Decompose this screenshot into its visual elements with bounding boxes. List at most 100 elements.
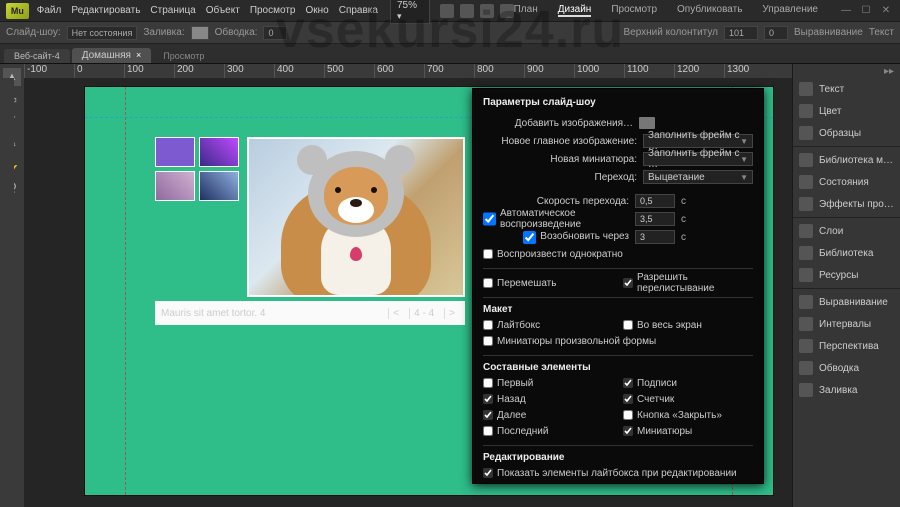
mode-plan[interactable]: План xyxy=(514,4,538,17)
maximize-icon[interactable]: ☐ xyxy=(858,4,874,18)
fill-swatch[interactable] xyxy=(191,26,209,40)
menu-window[interactable]: Окно xyxy=(305,5,328,16)
tab-preview[interactable]: Просмотр xyxy=(153,49,214,63)
thumbs-checkbox[interactable] xyxy=(623,426,633,436)
speed-label: Скорость перехода: xyxy=(483,196,629,207)
right-panels: ▸▸ Текст Цвет Образцы Библиотека м… Сост… xyxy=(792,64,900,507)
new-thumb-select[interactable]: Заполнить фрейм с …▼ xyxy=(643,152,753,166)
caption-bar: Mauris sit amet tortor. 4 < 4 - 4 > xyxy=(155,301,465,325)
menu-edit[interactable]: Редактировать xyxy=(71,5,140,16)
guide[interactable] xyxy=(125,87,126,495)
flyout-title: Параметры слайд-шоу xyxy=(483,97,753,108)
caption-text[interactable]: Mauris sit amet tortor. 4 xyxy=(161,308,265,319)
zoom-level[interactable]: 75% ▾ xyxy=(390,0,430,24)
minimize-icon[interactable]: — xyxy=(838,4,854,18)
panel-color[interactable]: Цвет xyxy=(793,100,900,122)
captions-checkbox[interactable] xyxy=(623,378,633,388)
text-icon xyxy=(799,82,813,96)
swatches-icon xyxy=(799,126,813,140)
tab-site[interactable]: Веб-сайт-4 xyxy=(4,49,70,63)
swipe-checkbox[interactable] xyxy=(623,278,633,288)
toolbar-icon[interactable] xyxy=(480,4,494,18)
color-icon xyxy=(799,104,813,118)
last-checkbox[interactable] xyxy=(483,426,493,436)
running-header-label: Верхний колонтитул xyxy=(623,27,718,38)
state-field[interactable]: Нет состояния xyxy=(67,26,138,40)
mode-preview[interactable]: Просмотр xyxy=(611,4,657,17)
freeform-checkbox[interactable] xyxy=(483,336,493,346)
autoplay-label: Автоматическое воспроизведение xyxy=(500,208,629,230)
new-hero-select[interactable]: Заполнить фрейм с …▼ xyxy=(643,134,753,148)
menu-file[interactable]: Файл xyxy=(37,5,62,16)
next-button[interactable]: > xyxy=(444,308,459,319)
panel-text[interactable]: Текст xyxy=(793,78,900,100)
next-checkbox[interactable] xyxy=(483,410,493,420)
close-icon[interactable]: ✕ xyxy=(878,4,894,18)
rotate-field[interactable]: 0 xyxy=(764,26,788,40)
fill-icon xyxy=(799,383,813,397)
panel-stroke[interactable]: Обводка xyxy=(793,357,900,379)
fullscreen-checkbox[interactable] xyxy=(623,320,633,330)
panel-effects[interactable]: Эффекты про… xyxy=(793,193,900,215)
playonce-label: Воспроизвести однократно xyxy=(497,249,623,260)
scroll-field[interactable]: 101 xyxy=(724,26,758,40)
panel-states[interactable]: Состояния xyxy=(793,171,900,193)
text-label[interactable]: Текст xyxy=(869,27,894,38)
stroke-field[interactable]: 0 xyxy=(263,26,287,40)
toolbar-icon[interactable] xyxy=(440,4,454,18)
resume-input[interactable]: 3 xyxy=(635,230,675,244)
transition-select[interactable]: Выцветание▼ xyxy=(643,170,753,184)
menu-page[interactable]: Страница xyxy=(150,5,195,16)
align-label[interactable]: Выравнивание xyxy=(794,27,863,38)
mode-design[interactable]: Дизайн xyxy=(558,4,592,17)
layout-heading: Макет xyxy=(483,304,753,315)
back-checkbox[interactable] xyxy=(483,394,493,404)
document-tabs: Веб-сайт-4 Домашняя × Просмотр xyxy=(0,44,900,64)
hero-image[interactable] xyxy=(247,137,465,297)
lightbox-checkbox[interactable] xyxy=(483,320,493,330)
panel-swatches[interactable]: Образцы xyxy=(793,122,900,144)
speed-input[interactable]: 0,5 xyxy=(635,194,675,208)
transition-label: Переход: xyxy=(483,172,637,183)
add-images-label: Добавить изображения… xyxy=(483,118,633,129)
new-hero-label: Новое главное изображение: xyxy=(483,136,637,147)
resume-checkbox[interactable] xyxy=(523,231,536,244)
thumbnail[interactable] xyxy=(199,137,239,167)
counter-checkbox[interactable] xyxy=(623,394,633,404)
menu-help[interactable]: Справка xyxy=(339,5,378,16)
thumbnail[interactable] xyxy=(155,171,195,201)
main-menu: Файл Редактировать Страница Объект Просм… xyxy=(37,5,378,16)
ruler-vertical xyxy=(0,78,14,507)
prev-button[interactable]: < xyxy=(388,308,403,319)
showlb-checkbox[interactable] xyxy=(483,468,493,478)
autoplay-checkbox[interactable] xyxy=(483,208,496,230)
autoplay-input[interactable]: 3,5 xyxy=(635,212,675,226)
panel-align[interactable]: Выравнивание xyxy=(793,291,900,313)
panel-fill[interactable]: Заливка xyxy=(793,379,900,401)
assets-icon xyxy=(799,268,813,282)
panel-perspective[interactable]: Перспектива xyxy=(793,335,900,357)
mode-manage[interactable]: Управление xyxy=(762,4,818,17)
toolbar-icon[interactable] xyxy=(460,4,474,18)
tab-home[interactable]: Домашняя × xyxy=(72,48,152,63)
panel-biblio[interactable]: Библиотека xyxy=(793,242,900,264)
mode-publish[interactable]: Опубликовать xyxy=(677,4,742,17)
ruler-horizontal: -100010020030040050060070080090010001100… xyxy=(24,64,792,78)
thumbnail[interactable] xyxy=(155,137,195,167)
panel-spacing[interactable]: Интервалы xyxy=(793,313,900,335)
first-checkbox[interactable] xyxy=(483,378,493,388)
thumbnail[interactable] xyxy=(199,171,239,201)
shuffle-checkbox[interactable] xyxy=(483,278,493,288)
playonce-checkbox[interactable] xyxy=(483,249,493,259)
menu-view[interactable]: Просмотр xyxy=(250,5,296,16)
panel-collapse-icon[interactable]: ▸▸ xyxy=(793,64,900,78)
toolbar-icon[interactable] xyxy=(500,4,514,18)
menu-object[interactable]: Объект xyxy=(206,5,240,16)
panel-assets[interactable]: Ресурсы xyxy=(793,264,900,286)
folder-icon[interactable] xyxy=(639,117,655,129)
panel-library[interactable]: Библиотека м… xyxy=(793,149,900,171)
panel-layers[interactable]: Слои xyxy=(793,220,900,242)
dog-photo xyxy=(249,139,463,295)
close-checkbox[interactable] xyxy=(623,410,633,420)
states-icon xyxy=(799,175,813,189)
